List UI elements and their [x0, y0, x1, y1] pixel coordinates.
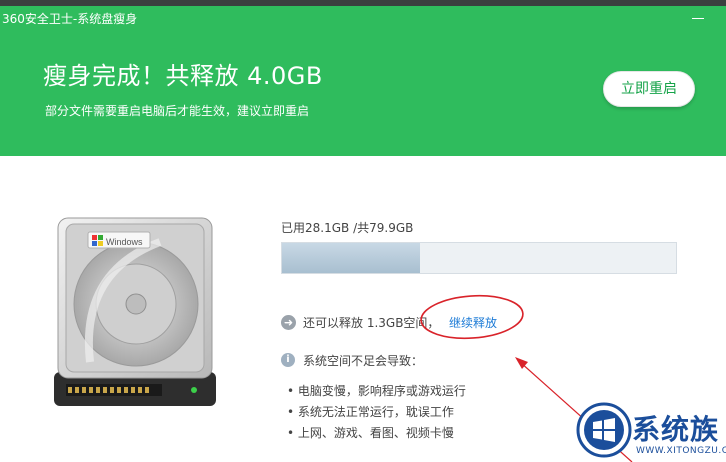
- warning-item: • 上网、游戏、看图、视频卡慢: [287, 426, 454, 440]
- warning-title: 系统空间不足会导致：: [303, 354, 424, 368]
- headline: 瘦身完成！共释放 4.0GB: [43, 62, 323, 90]
- disk-usage-fill: [282, 243, 420, 273]
- info-icon: i: [281, 353, 295, 367]
- watermark-url: WWW.XITONGZU.COM: [636, 446, 726, 456]
- watermark-text: 系统族: [632, 413, 720, 446]
- release-more-text: 还可以释放 1.3GB空间，: [303, 316, 440, 330]
- window-title: 360安全卫士-系统盘瘦身: [2, 12, 138, 26]
- result-header: 360安全卫士-系统盘瘦身 瘦身完成！共释放 4.0GB 部分文件需要重启电脑后…: [0, 6, 726, 156]
- windows-brand-label: Windows: [106, 237, 143, 247]
- restart-hint: 部分文件需要重启电脑后才能生效，建议立即重启: [45, 104, 310, 118]
- warning-item: • 电脑变慢，影响程序或游戏运行: [287, 384, 466, 398]
- warning-item: • 系统无法正常运行，耽误工作: [287, 405, 454, 419]
- arrow-right-icon: ➜: [281, 315, 296, 330]
- minimize-icon[interactable]: [692, 18, 704, 19]
- continue-release-link[interactable]: 继续释放: [449, 314, 497, 331]
- restart-now-button[interactable]: 立即重启: [603, 71, 695, 107]
- disk-usage-bar: [281, 242, 677, 274]
- disk-usage-label: 已用28.1GB /共79.9GB: [281, 221, 414, 235]
- watermark-logo-icon: [576, 402, 632, 458]
- hard-disk-icon: Windows: [54, 217, 216, 406]
